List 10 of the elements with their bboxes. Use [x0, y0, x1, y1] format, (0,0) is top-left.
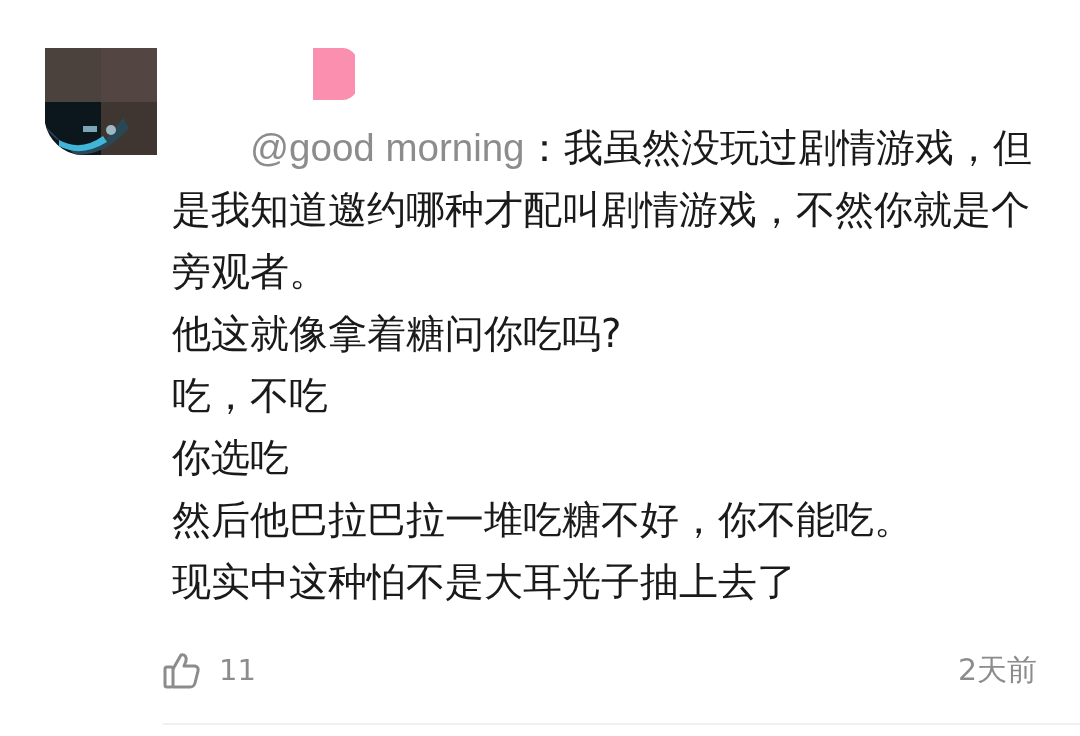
- comment-text: 然后他巴拉巴拉一堆吃糖不好，你不能吃。: [172, 496, 914, 544]
- comment-text: 吃，不吃: [172, 372, 329, 420]
- like-button[interactable]: 11: [163, 639, 256, 701]
- comment-text: 现实中这种怕不是大耳光子抽上去了: [172, 558, 797, 606]
- timestamp: 2天前: [957, 651, 1037, 689]
- reply-mention[interactable]: @good morning: [250, 126, 525, 169]
- comment-text: @good morning：我虽然没玩过剧情游戏，但是我知道邀约哪种才配叫剧情游戏，不然你就是个旁观者。: [172, 124, 1033, 296]
- comment-text: 他这就像拿着糖问你吃吗?: [172, 310, 623, 358]
- thumbs-up-icon: [163, 651, 201, 689]
- comment-text: 你选吃: [172, 434, 290, 482]
